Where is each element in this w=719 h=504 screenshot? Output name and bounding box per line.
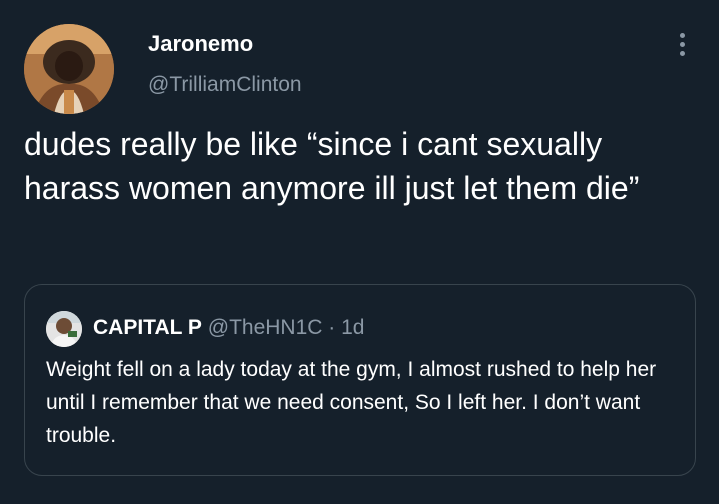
- quoted-meta-separator: ·: [328, 316, 336, 339]
- quoted-author-display-name[interactable]: CAPITAL P: [93, 316, 202, 339]
- more-vertical-icon: [679, 50, 685, 56]
- tweet: Jaronemo @TrilliamClinton dudes really b…: [0, 0, 719, 504]
- quoted-author-avatar[interactable]: [46, 311, 82, 347]
- author-avatar-image: [24, 24, 114, 114]
- more-options-button[interactable]: [670, 24, 694, 64]
- more-vertical-icon: [679, 41, 685, 47]
- quoted-tweet[interactable]: CAPITAL P @TheHN1C · 1d Weight fell on a…: [24, 284, 696, 476]
- tweet-text: dudes really be like “since i cant sexua…: [24, 126, 640, 206]
- quoted-tweet-time[interactable]: 1d: [341, 316, 364, 339]
- author-avatar[interactable]: [24, 24, 114, 114]
- quoted-author-avatar-image: [46, 311, 82, 347]
- quoted-tweet-text: Weight fell on a lady today at the gym, …: [46, 358, 657, 447]
- author-handle[interactable]: @TrilliamClinton: [148, 72, 302, 98]
- quoted-tweet-header: CAPITAL P @TheHN1C · 1d: [93, 315, 364, 341]
- more-vertical-icon: [679, 32, 685, 38]
- quoted-author-handle[interactable]: @TheHN1C: [208, 316, 323, 339]
- author-display-name[interactable]: Jaronemo: [148, 30, 253, 58]
